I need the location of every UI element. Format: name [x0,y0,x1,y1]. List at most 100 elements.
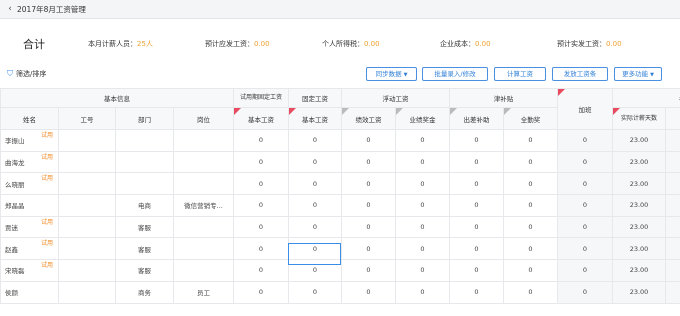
cell-post[interactable] [173,215,234,239]
cell-name[interactable]: 侯颜 [0,280,59,304]
cell-bonus[interactable]: 0 [395,259,450,282]
cell-paid-days[interactable]: 23.00 [612,215,666,239]
cell-name[interactable]: 贾迷 试用 [0,215,59,239]
cell-travel[interactable]: 0 [449,150,504,174]
calculate-salary-button[interactable]: 计算工资 [494,67,546,81]
cell-trial-base[interactable]: 0 [233,280,289,304]
cell-post[interactable] [173,150,234,174]
cell-id[interactable] [58,215,116,239]
cell-travel[interactable]: 0 [449,237,504,261]
cell-full-attendance[interactable]: 0 [503,129,558,152]
cell-full-attendance[interactable]: 0 [503,215,558,239]
column-header-post[interactable]: 岗位 [173,107,234,130]
cell-performance[interactable]: 0 [341,129,396,152]
column-header-overtime[interactable]: 加班 [557,88,613,130]
cell-dept[interactable] [115,129,174,152]
cell-full-attendance[interactable]: 0 [503,237,558,261]
cell-fixed-base[interactable]: 0 [288,172,342,196]
cell-post[interactable] [173,237,234,261]
filter-sort-button[interactable]: ⛉ 筛选/排序 [7,69,46,79]
cell-name[interactable]: 么晓丽 试用 [0,172,59,196]
cell-paid-days[interactable]: 23.00 [612,194,666,217]
table-row[interactable]: 宋晓磊 试用 客服 0 0 0 0 0 0 0 23.00 [0,259,680,282]
table-row[interactable]: 郑晶晶 电商 微信营销专... 0 0 0 0 0 0 0 23.00 [0,194,680,217]
cell-performance[interactable]: 0 [341,237,396,261]
cell-id[interactable] [58,129,116,152]
cell-trial-base[interactable]: 0 [233,129,289,152]
cell-travel[interactable]: 0 [449,172,504,196]
cell-trial-base[interactable]: 0 [233,172,289,196]
column-header-paid-days[interactable]: 实际计薪天数 [612,107,666,130]
table-row[interactable]: 贾迷 试用 客服 0 0 0 0 0 0 0 23.00 [0,215,680,239]
cell-bonus[interactable]: 0 [395,150,450,174]
cell-overtime[interactable]: 0 [557,150,613,174]
cell-name[interactable]: 李振山 试用 [0,129,59,152]
cell-trial-base[interactable]: 0 [233,237,289,261]
column-header-name[interactable]: 姓名 [0,107,59,130]
cell-bonus[interactable]: 0 [395,215,450,239]
cell-dept[interactable] [115,150,174,174]
cell-dept[interactable]: 客服 [115,215,174,239]
cell-dept[interactable]: 商务 [115,280,174,304]
cell-paid-days[interactable]: 23.00 [612,129,666,152]
cell-overtime[interactable]: 0 [557,172,613,196]
more-functions-button[interactable]: 更多功能 ▼ [614,67,662,81]
column-header-bonus[interactable]: 业绩奖金 [395,107,450,130]
batch-edit-button[interactable]: 批量录入/修改 [422,67,488,81]
cell-name[interactable]: 宋晓磊 试用 [0,259,59,282]
cell-id[interactable] [58,194,116,217]
cell-id[interactable] [58,150,116,174]
cell-post[interactable] [173,129,234,152]
cell-dept[interactable]: 电商 [115,194,174,217]
cell-post[interactable]: 微信营销专... [173,194,234,217]
cell-performance[interactable]: 0 [341,259,396,282]
cell-fixed-base[interactable]: 0 [288,280,342,304]
cell-post[interactable] [173,259,234,282]
cell-id[interactable] [58,280,116,304]
cell-fixed-base[interactable]: 0 [288,150,342,174]
cell-name[interactable]: 郑晶晶 [0,194,59,217]
cell-dept[interactable]: 客服 [115,259,174,282]
cell-paid-days[interactable]: 23.00 [612,237,666,261]
cell-performance[interactable]: 0 [341,215,396,239]
column-header-performance[interactable]: 绩效工资 [341,107,396,130]
cell-fixed-base[interactable]: 0 [288,215,342,239]
cell-dept[interactable] [115,172,174,196]
cell-trial-base[interactable]: 0 [233,259,289,282]
cell-overtime[interactable]: 0 [557,237,613,261]
column-header-full-attendance[interactable]: 全勤奖 [503,107,558,130]
cell-bonus[interactable]: 0 [395,237,450,261]
cell-paid-days[interactable]: 23.00 [612,280,666,304]
column-header-travel[interactable]: 出差补助 [449,107,504,130]
cell-full-attendance[interactable]: 0 [503,280,558,304]
cell-fixed-base[interactable]: 0 [288,237,342,261]
sync-data-button[interactable]: 同步数据 ▼ [366,67,417,81]
cell-bonus[interactable]: 0 [395,194,450,217]
send-payslip-button[interactable]: 发放工资条 [552,67,608,81]
cell-overtime[interactable]: 0 [557,215,613,239]
cell-travel[interactable]: 0 [449,280,504,304]
table-row[interactable]: 李振山 试用 0 0 0 0 0 0 0 23.00 [0,129,680,152]
cell-name[interactable]: 曲海龙 试用 [0,150,59,174]
cell-fixed-base[interactable]: 0 [288,194,342,217]
cell-paid-days[interactable]: 23.00 [612,150,666,174]
cell-id[interactable] [58,237,116,261]
cell-travel[interactable]: 0 [449,129,504,152]
cell-trial-base[interactable]: 0 [233,215,289,239]
cell-overtime[interactable]: 0 [557,259,613,282]
column-header-trial-base[interactable]: 基本工资 [233,107,289,130]
cell-trial-base[interactable]: 0 [233,150,289,174]
chevron-left-icon[interactable]: ‹ [3,4,17,14]
cell-performance[interactable]: 0 [341,150,396,174]
cell-bonus[interactable]: 0 [395,172,450,196]
column-header-dept[interactable]: 部门 [115,107,174,130]
cell-overtime[interactable]: 0 [557,129,613,152]
table-row[interactable]: 赵鑫 试用 客服 0 0 0 0 0 0 0 23.00 [0,237,680,261]
cell-full-attendance[interactable]: 0 [503,150,558,174]
table-row[interactable]: 么晓丽 试用 0 0 0 0 0 0 0 23.00 [0,172,680,196]
cell-post[interactable]: 员工 [173,280,234,304]
cell-post[interactable] [173,172,234,196]
table-row[interactable]: 曲海龙 试用 0 0 0 0 0 0 0 23.00 [0,150,680,174]
cell-paid-days[interactable]: 23.00 [612,172,666,196]
cell-travel[interactable]: 0 [449,194,504,217]
